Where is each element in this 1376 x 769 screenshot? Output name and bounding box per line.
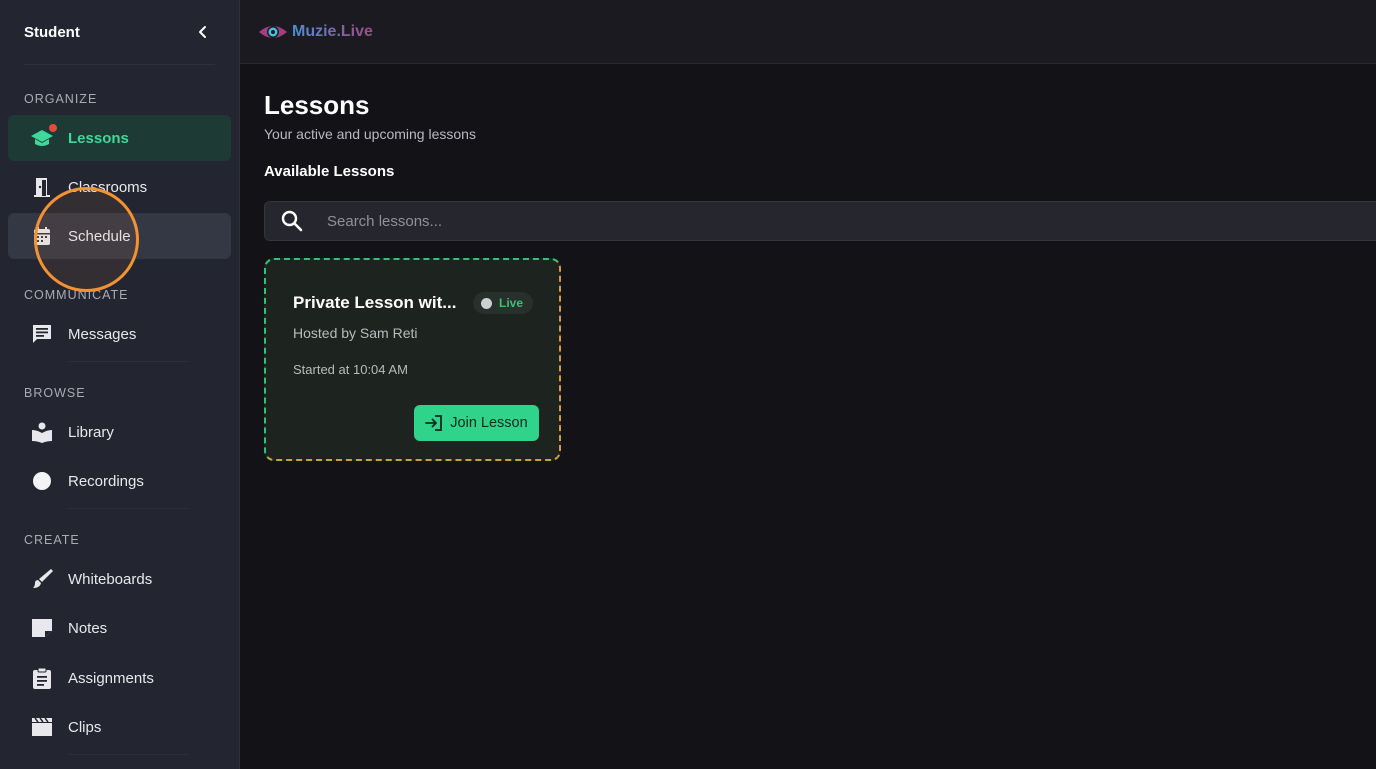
sidebar-divider bbox=[24, 64, 215, 65]
door-icon bbox=[30, 175, 54, 199]
lesson-start-time: Started at 10:04 AM bbox=[293, 362, 408, 377]
sidebar-item-label: Whiteboards bbox=[68, 570, 153, 588]
page-title: Lessons bbox=[264, 90, 370, 120]
join-lesson-button[interactable]: Join Lesson bbox=[414, 405, 539, 441]
lesson-title: Private Lesson wit... bbox=[293, 293, 457, 312]
record-icon bbox=[30, 469, 54, 493]
sidebar-item-whiteboards[interactable]: Whiteboards bbox=[8, 556, 231, 602]
eye-logo-icon bbox=[259, 25, 287, 38]
status-badge-label: Live bbox=[499, 296, 524, 310]
live-dot-icon bbox=[481, 297, 492, 309]
join-lesson-label: Join Lesson bbox=[450, 415, 528, 431]
lesson-host: Hosted by Sam Reti bbox=[293, 325, 418, 341]
message-icon bbox=[30, 322, 54, 346]
brush-icon bbox=[30, 567, 54, 591]
chevron-left-icon bbox=[199, 26, 206, 38]
clipboard-icon bbox=[30, 666, 54, 690]
available-lessons-heading: Available Lessons bbox=[264, 163, 395, 180]
sidebar-item-label: Lessons bbox=[68, 129, 129, 147]
search-icon bbox=[281, 210, 303, 232]
sidebar-title: Student bbox=[24, 23, 80, 41]
brand-logo[interactable]: Muzie.Live bbox=[258, 22, 373, 42]
page-subtitle: Your active and upcoming lessons bbox=[264, 126, 476, 142]
sidebar: Student ORGANIZE Lessons Classrooms Sche… bbox=[0, 0, 240, 769]
sidebar-item-lessons[interactable]: Lessons bbox=[8, 115, 231, 161]
brand-name: Muzie.Live bbox=[292, 22, 373, 40]
sidebar-item-library[interactable]: Library bbox=[8, 409, 231, 455]
collapse-sidebar-button[interactable] bbox=[191, 20, 215, 44]
sidebar-item-messages[interactable]: Messages bbox=[8, 311, 231, 357]
status-badge: Live bbox=[473, 292, 534, 314]
book-reader-icon bbox=[30, 420, 54, 444]
sidebar-item-assignments[interactable]: Assignments bbox=[8, 655, 231, 701]
sidebar-header: Student bbox=[0, 0, 239, 64]
lesson-card[interactable]: Private Lesson wit... Live Hosted by Sam… bbox=[264, 258, 561, 461]
note-icon bbox=[30, 616, 54, 640]
sidebar-item-label: Clips bbox=[68, 718, 102, 736]
cursor-highlight bbox=[34, 187, 139, 292]
sidebar-item-notes[interactable]: Notes bbox=[8, 605, 231, 651]
sidebar-item-label: Messages bbox=[68, 325, 137, 343]
graduation-cap-icon bbox=[30, 124, 57, 150]
search-input[interactable] bbox=[327, 212, 927, 230]
search-bar bbox=[264, 201, 1376, 241]
clapperboard-icon bbox=[30, 715, 54, 739]
sidebar-separator bbox=[68, 508, 189, 509]
section-label-browse: BROWSE bbox=[24, 386, 86, 400]
sidebar-item-label: Notes bbox=[68, 619, 108, 637]
sidebar-separator bbox=[68, 754, 189, 755]
sidebar-item-recordings[interactable]: Recordings bbox=[8, 458, 231, 504]
section-label-create: CREATE bbox=[24, 533, 80, 547]
login-icon bbox=[425, 415, 443, 431]
sidebar-item-label: Library bbox=[68, 423, 114, 441]
notification-dot bbox=[49, 124, 57, 132]
top-bar: Muzie.Live bbox=[240, 0, 1376, 64]
sidebar-item-label: Recordings bbox=[68, 472, 144, 490]
sidebar-item-label: Assignments bbox=[68, 669, 154, 687]
section-label-organize: ORGANIZE bbox=[24, 92, 98, 106]
sidebar-item-clips[interactable]: Clips bbox=[8, 704, 231, 750]
sidebar-separator bbox=[68, 361, 189, 362]
